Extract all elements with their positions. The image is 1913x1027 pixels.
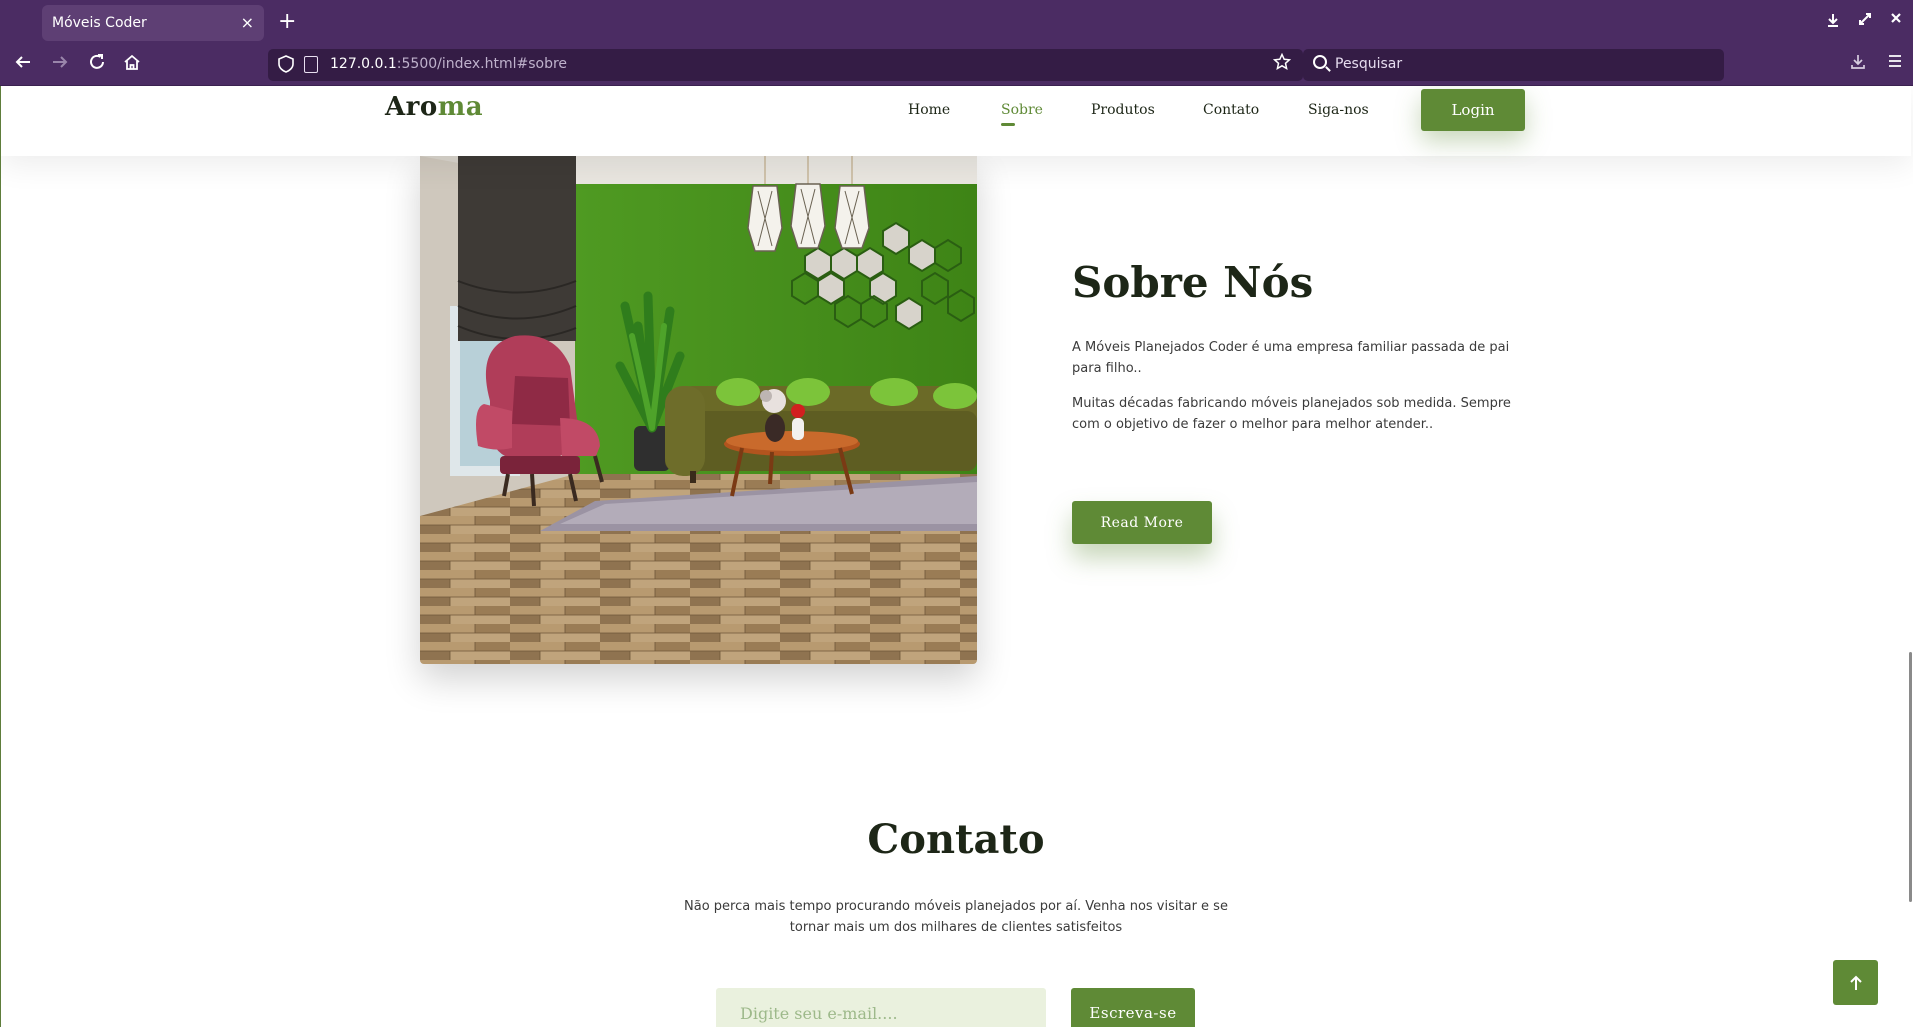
about-paragraph-2: Muitas décadas fabricando móveis planeja… bbox=[1072, 396, 1511, 432]
url-host: 127.0.0.1 bbox=[330, 56, 397, 72]
logo-main-text: Aro bbox=[385, 92, 438, 122]
nav-home[interactable]: Home bbox=[908, 102, 950, 118]
close-icon[interactable] bbox=[1890, 12, 1902, 24]
site-logo[interactable]: Aroma bbox=[385, 92, 483, 122]
read-more-button[interactable]: Read More bbox=[1072, 501, 1212, 544]
minimize-icon[interactable] bbox=[1826, 12, 1840, 28]
arrow-up-icon bbox=[1849, 975, 1862, 990]
tab-close-icon[interactable]: × bbox=[241, 13, 254, 33]
login-button[interactable]: Login bbox=[1421, 89, 1525, 131]
browser-tab[interactable]: Móveis Coder × bbox=[42, 5, 264, 41]
scroll-to-top-button[interactable] bbox=[1833, 960, 1878, 1005]
forward-icon[interactable] bbox=[51, 53, 69, 71]
search-icon bbox=[1313, 55, 1327, 69]
page-icon bbox=[304, 56, 318, 73]
subscribe-button[interactable]: Escreva-se bbox=[1071, 988, 1195, 1027]
url-bar[interactable]: 127.0.0.1:5500/index.html#sobre bbox=[268, 49, 1303, 81]
browser-nav-bar: 127.0.0.1:5500/index.html#sobre Pesquisa… bbox=[0, 44, 1913, 86]
maximize-icon[interactable] bbox=[1858, 12, 1872, 26]
living-room-illustration bbox=[420, 156, 977, 664]
star-icon[interactable] bbox=[1273, 53, 1291, 71]
nav-produtos[interactable]: Produtos bbox=[1091, 102, 1155, 118]
search-bar[interactable]: Pesquisar bbox=[1303, 49, 1724, 81]
page-scrollbar[interactable] bbox=[1907, 86, 1913, 1027]
scrollbar-thumb[interactable] bbox=[1909, 652, 1912, 902]
contact-paragraph: Não perca mais tempo procurando móveis p… bbox=[684, 899, 1228, 935]
back-icon[interactable] bbox=[14, 53, 32, 71]
about-image bbox=[420, 156, 977, 664]
search-placeholder: Pesquisar bbox=[1335, 56, 1403, 72]
tab-title: Móveis Coder bbox=[52, 15, 147, 31]
browser-tab-bar: Móveis Coder × + bbox=[0, 0, 1913, 44]
email-field[interactable] bbox=[716, 988, 1046, 1027]
url-path: :5500/index.html#sobre bbox=[396, 56, 568, 72]
about-paragraph-1: A Móveis Planejados Coder é uma empresa … bbox=[1072, 340, 1510, 376]
nav-sobre[interactable]: Sobre bbox=[1001, 102, 1043, 126]
menu-icon[interactable] bbox=[1887, 53, 1903, 69]
home-icon[interactable] bbox=[123, 53, 141, 71]
nav-contato[interactable]: Contato bbox=[1203, 102, 1259, 118]
about-title: Sobre Nós bbox=[1072, 258, 1314, 307]
page-viewport: Aroma Home Sobre Produtos Contato Siga-n… bbox=[0, 86, 1913, 1027]
contact-title: Contato bbox=[867, 816, 1045, 863]
shield-icon[interactable] bbox=[278, 55, 294, 73]
url-text[interactable]: 127.0.0.1:5500/index.html#sobre bbox=[330, 56, 567, 72]
nav-siga-nos[interactable]: Siga-nos bbox=[1308, 102, 1369, 118]
download-icon[interactable] bbox=[1850, 53, 1866, 71]
site-header: Aroma Home Sobre Produtos Contato Siga-n… bbox=[1, 86, 1911, 156]
reload-icon[interactable] bbox=[88, 53, 106, 71]
logo-accent-text: ma bbox=[437, 92, 484, 122]
new-tab-icon[interactable]: + bbox=[278, 10, 296, 34]
